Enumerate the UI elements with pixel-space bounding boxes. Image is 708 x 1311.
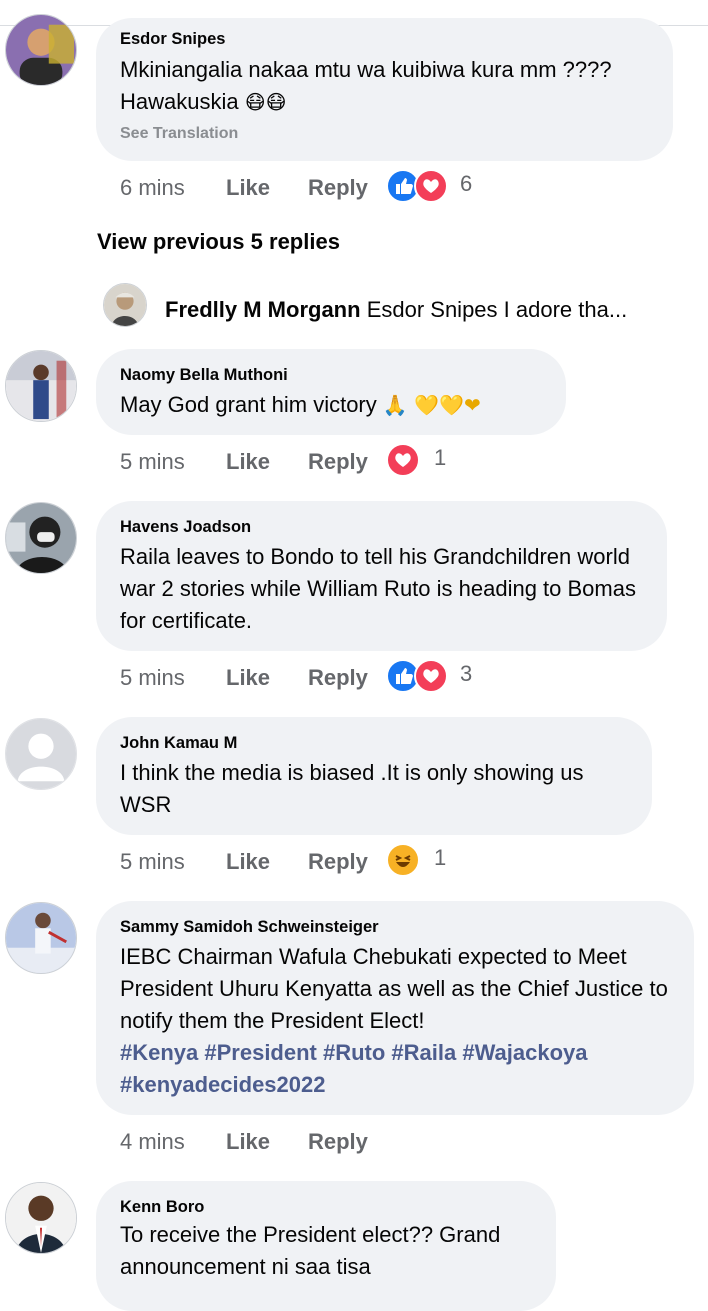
comment-text: Raila leaves to Bondo to tell his Grandc… — [120, 544, 636, 633]
comment-time: 6 mins — [120, 175, 185, 200]
view-previous-replies-link[interactable]: View previous 5 replies — [97, 229, 340, 255]
comment-author[interactable]: Kenn Boro — [120, 1198, 204, 1217]
comment-bubble[interactable]: Havens Joadson Raila leaves to Bondo to … — [96, 501, 667, 651]
comment-time: 5 mins — [120, 849, 185, 874]
reply-author[interactable]: Fredlly M Morgann — [165, 297, 361, 322]
reply-button[interactable]: Reply — [308, 449, 368, 475]
reply-preview[interactable]: Fredlly M Morgann Esdor Snipes I adore t… — [165, 297, 627, 323]
avatar[interactable] — [5, 502, 77, 574]
like-button[interactable]: Like — [226, 175, 270, 201]
see-translation-link[interactable]: See Translation — [120, 125, 238, 143]
comment-text: IEBC Chairman Wafula Chebukati expected … — [120, 941, 676, 1101]
avatar[interactable] — [5, 718, 77, 790]
comment-text: Mkiniangalia nakaa mtu wa kuibiwa kura m… — [120, 57, 612, 114]
hashtags[interactable]: #kenyadecides2022 — [120, 1069, 676, 1101]
love-icon — [414, 659, 448, 693]
like-button[interactable]: Like — [226, 1129, 270, 1155]
haha-icon — [386, 843, 420, 877]
comment-text: May God grant him victory 🙏 💛💛❤ — [120, 392, 481, 417]
like-button[interactable]: Like — [226, 449, 270, 475]
love-icon — [414, 169, 448, 203]
reaction-count: 1 — [434, 445, 447, 470]
reaction-count: 3 — [460, 661, 473, 686]
comment-author[interactable]: Sammy Samidoh Schweinsteiger — [120, 918, 379, 937]
reaction-count: 6 — [460, 171, 473, 196]
reply-button[interactable]: Reply — [308, 1129, 368, 1155]
comment-bubble[interactable]: Naomy Bella Muthoni May God grant him vi… — [96, 349, 566, 435]
reactions[interactable]: 6 — [386, 169, 486, 203]
comment-bubble[interactable]: Esdor Snipes Mkiniangalia nakaa mtu wa k… — [96, 18, 673, 161]
comment-author[interactable]: John Kamau M — [120, 734, 237, 753]
comment-author[interactable]: Naomy Bella Muthoni — [120, 366, 288, 385]
reaction-count: 1 — [434, 845, 447, 870]
emoji: 🙏 💛💛❤ — [382, 393, 481, 417]
reply-snippet: Esdor Snipes I adore tha... — [366, 297, 628, 322]
comment-text: To receive the President elect?? Grand a… — [120, 1222, 501, 1279]
avatar[interactable] — [103, 283, 147, 327]
hashtags[interactable]: #Kenya #President #Ruto #Raila #Wajackoy… — [120, 1037, 676, 1069]
avatar[interactable] — [5, 350, 77, 422]
like-button[interactable]: Like — [226, 849, 270, 875]
avatar[interactable] — [5, 902, 77, 974]
avatar[interactable] — [5, 14, 77, 86]
comment-author[interactable]: Esdor Snipes — [120, 30, 225, 49]
reactions[interactable]: 1 — [386, 443, 466, 477]
reply-button[interactable]: Reply — [308, 849, 368, 875]
comment-time: 5 mins — [120, 449, 185, 474]
comment-time: 5 mins — [120, 665, 185, 690]
comment-bubble[interactable]: Kenn Boro To receive the President elect… — [96, 1181, 556, 1311]
avatar[interactable] — [5, 1182, 77, 1254]
love-icon — [386, 443, 420, 477]
reactions[interactable]: 1 — [386, 843, 466, 877]
comment-bubble[interactable]: John Kamau M I think the media is biased… — [96, 717, 652, 835]
like-button[interactable]: Like — [226, 665, 270, 691]
reactions[interactable]: 3 — [386, 659, 486, 693]
comment-time: 4 mins — [120, 1129, 185, 1154]
reply-button[interactable]: Reply — [308, 175, 368, 201]
comment-text: I think the media is biased .It is only … — [120, 760, 584, 817]
emoji: 😷😷 — [244, 90, 287, 114]
comment-bubble[interactable]: Sammy Samidoh Schweinsteiger IEBC Chairm… — [96, 901, 694, 1115]
reply-button[interactable]: Reply — [308, 665, 368, 691]
comment-author[interactable]: Havens Joadson — [120, 518, 251, 537]
